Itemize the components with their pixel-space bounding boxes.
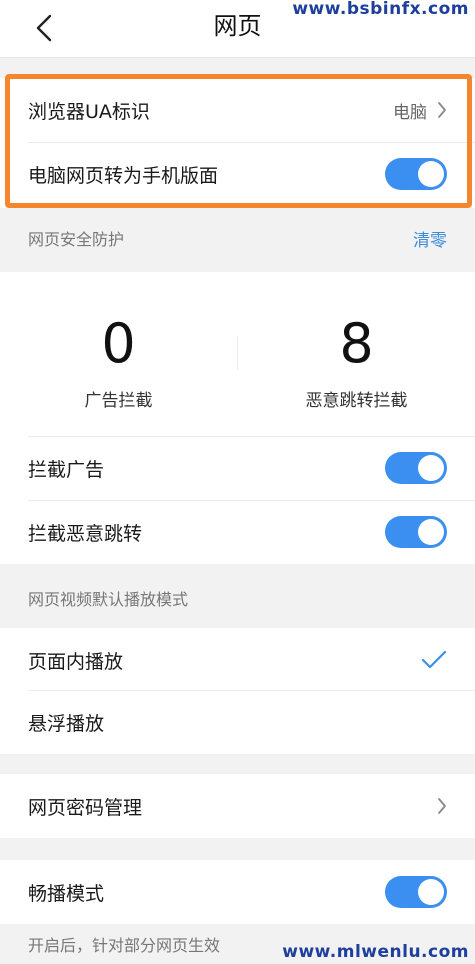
smooth-mode-row: 畅播模式 <box>0 860 475 924</box>
redirect-block-count: 8 <box>339 312 374 375</box>
checkmark-icon <box>421 650 447 669</box>
ad-block-count: 0 <box>101 312 136 375</box>
toggle-knob <box>418 455 444 481</box>
desktop-to-mobile-label: 电脑网页转为手机版面 <box>28 164 219 187</box>
video-option-inline-label: 页面内播放 <box>28 650 124 673</box>
toggle-knob <box>418 879 444 905</box>
settings-page: 网页 www.bsbinfx.com 浏览器UA标识 电脑 电脑网页转为手机版面… <box>0 0 475 964</box>
video-option-floating[interactable]: 悬浮播放 <box>0 690 475 754</box>
security-section-header: 网页安全防护 清零 <box>0 208 475 268</box>
toggle-knob <box>418 161 444 187</box>
block-ads-row: 拦截广告 <box>0 436 475 500</box>
smooth-mode-label: 畅播模式 <box>28 882 105 905</box>
block-ads-label: 拦截广告 <box>28 458 105 481</box>
toggle-knob <box>418 519 444 545</box>
desktop-to-mobile-row: 电脑网页转为手机版面 <box>0 142 475 206</box>
video-option-inline[interactable]: 页面内播放 <box>0 628 475 692</box>
security-section-title: 网页安全防护 <box>28 230 125 249</box>
security-stats: 0 广告拦截 8 恶意跳转拦截 <box>0 272 475 436</box>
block-redirect-toggle[interactable] <box>385 516 447 548</box>
block-ads-toggle[interactable] <box>385 452 447 484</box>
browser-ua-value: 电脑 <box>393 102 427 123</box>
block-redirect-label: 拦截恶意跳转 <box>28 522 143 545</box>
smooth-mode-group: 畅播模式 <box>0 860 475 924</box>
watermark-bottom: www.mlwenlu.com <box>282 942 469 962</box>
video-mode-section-header: 网页视频默认播放模式 <box>0 570 475 626</box>
smooth-mode-note: 开启后，针对部分网页生效 <box>28 936 221 955</box>
desktop-to-mobile-toggle[interactable] <box>385 158 447 190</box>
ad-block-stat: 0 广告拦截 <box>0 272 237 436</box>
ad-block-label: 广告拦截 <box>84 391 153 411</box>
smooth-mode-toggle[interactable] <box>385 876 447 908</box>
password-manager-row[interactable]: 网页密码管理 <box>0 774 475 838</box>
watermark-top: www.bsbinfx.com <box>292 0 469 19</box>
redirect-block-stat: 8 恶意跳转拦截 <box>238 272 475 436</box>
reset-button[interactable]: 清零 <box>413 226 447 251</box>
password-manager-label: 网页密码管理 <box>28 796 143 819</box>
browser-ua-row[interactable]: 浏览器UA标识 电脑 <box>0 78 475 142</box>
redirect-block-label: 恶意跳转拦截 <box>305 391 408 411</box>
block-settings-group: 拦截广告 拦截恶意跳转 <box>0 436 475 564</box>
video-option-floating-label: 悬浮播放 <box>28 712 105 735</box>
password-group: 网页密码管理 <box>0 774 475 838</box>
ua-settings-group: 浏览器UA标识 电脑 电脑网页转为手机版面 <box>0 78 475 208</box>
video-mode-group: 页面内播放 悬浮播放 <box>0 628 475 754</box>
video-mode-section-title: 网页视频默认播放模式 <box>28 590 189 609</box>
top-bar: 网页 www.bsbinfx.com <box>0 0 475 58</box>
chevron-right-icon <box>438 102 446 118</box>
block-redirect-row: 拦截恶意跳转 <box>0 500 475 564</box>
browser-ua-label: 浏览器UA标识 <box>28 100 150 123</box>
chevron-right-icon <box>438 798 446 814</box>
